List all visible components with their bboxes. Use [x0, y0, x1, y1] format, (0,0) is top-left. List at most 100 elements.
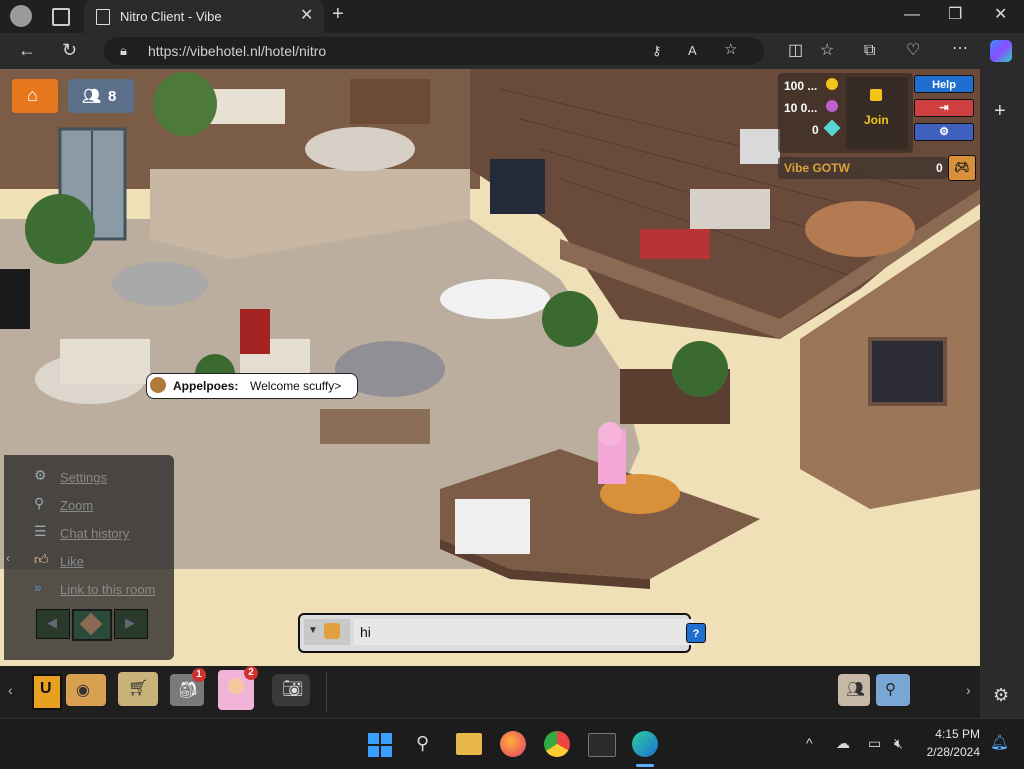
- add-favorite-icon[interactable]: ☆: [724, 42, 737, 58]
- close-window-icon[interactable]: ✕: [994, 7, 1007, 23]
- avatar-badge: 2: [244, 666, 258, 680]
- side-item-zoom[interactable]: ⚲ Zoom: [34, 495, 174, 515]
- help-label: Help: [932, 79, 956, 91]
- side-item-settings[interactable]: ⚙ Settings: [34, 467, 174, 487]
- online-users-button[interactable]: 👥︎ 8: [68, 79, 134, 113]
- active-app-indicator: [636, 764, 654, 767]
- room-thumbnail-button[interactable]: [72, 609, 112, 641]
- side-item-link[interactable]: » Link to this room: [34, 579, 174, 599]
- home-button[interactable]: ⌂: [12, 79, 58, 113]
- favorites-icon[interactable]: ☆: [820, 43, 834, 59]
- gotw-button[interactable]: 🎮︎: [948, 155, 976, 181]
- hotel-view-button[interactable]: U: [32, 674, 62, 710]
- camera-button[interactable]: 📷︎: [272, 674, 310, 706]
- online-count: 8: [108, 88, 117, 105]
- url-field[interactable]: 🔒︎ https://vibehotel.nl/hotel/nitro ⚷ A …: [104, 37, 764, 65]
- performance-icon[interactable]: ♡: [906, 43, 920, 59]
- home-icon: ⌂: [27, 85, 38, 105]
- close-tab-icon[interactable]: ✕: [300, 8, 313, 24]
- split-screen-icon[interactable]: ◫: [788, 43, 803, 59]
- next-room-button[interactable]: ▶: [114, 609, 148, 639]
- restore-icon[interactable]: ❐: [948, 7, 962, 23]
- chevron-right-icon: ▶: [125, 615, 135, 630]
- chevron-down-icon: ▼: [308, 625, 318, 636]
- search-icon[interactable]: ⚲: [416, 734, 429, 752]
- notification-bell-icon[interactable]: 🔔︎: [990, 735, 1009, 751]
- exit-icon: ⇥: [939, 102, 949, 114]
- terminal-icon[interactable]: [588, 733, 616, 757]
- navigator-icon: ◉: [76, 682, 90, 699]
- tab-actions-icon[interactable]: [52, 8, 70, 26]
- read-aloud-icon[interactable]: A: [688, 43, 697, 59]
- chevron-up-icon[interactable]: ^: [806, 735, 813, 751]
- toolbar-expand-icon[interactable]: ›: [966, 682, 971, 698]
- avatar-head-icon: [150, 377, 166, 393]
- chrome-icon[interactable]: [544, 731, 570, 757]
- file-explorer-icon[interactable]: [456, 733, 482, 755]
- add-sidebar-app-icon[interactable]: +: [994, 101, 1006, 121]
- find-friends-button[interactable]: ⚲: [876, 674, 910, 706]
- new-tab-icon[interactable]: +: [332, 4, 344, 24]
- ducket-icon: [826, 100, 838, 112]
- url-text: https://vibehotel.nl/hotel/nitro: [148, 43, 327, 59]
- back-icon[interactable]: ←: [18, 41, 36, 59]
- friends-icon: 👥︎: [846, 681, 866, 698]
- exit-room-button[interactable]: ⇥: [914, 99, 974, 117]
- firefox-icon[interactable]: [500, 731, 526, 757]
- edge-icon[interactable]: [632, 731, 658, 757]
- chat-help-button[interactable]: ?: [686, 623, 706, 643]
- sidebar-settings-icon[interactable]: ⚙: [993, 686, 1009, 704]
- tab-title: Nitro Client - Vibe: [120, 9, 222, 24]
- key-icon[interactable]: ⚷: [652, 43, 662, 59]
- room-tools-panel: ‹ ⚙ Settings ⚲ Zoom ☰ Chat history 👍︎ Li…: [4, 455, 174, 660]
- chat-history-icon: ☰: [34, 523, 47, 539]
- avatar-button[interactable]: 2: [218, 666, 258, 710]
- chat-bubble-style-icon: [324, 623, 340, 639]
- inventory-icon: 🎒︎: [178, 682, 199, 699]
- inventory-button[interactable]: 🎒︎ 1: [170, 668, 206, 706]
- navigator-button[interactable]: ◉: [66, 674, 106, 706]
- side-item-like[interactable]: 👍︎ Like: [34, 551, 174, 571]
- gamepad-icon: 🎮︎: [954, 160, 970, 174]
- chat-bubble[interactable]: Appelpoes: Welcome scuffy>: [146, 373, 358, 399]
- users-icon: 👥︎: [82, 88, 102, 105]
- chat-style-selector[interactable]: ▼: [304, 619, 350, 645]
- collections-icon[interactable]: ⧉: [864, 43, 875, 59]
- more-menu-icon[interactable]: ⋯: [952, 41, 968, 57]
- thumbs-up-icon: 👍︎: [34, 551, 49, 567]
- gold-coin-icon: [826, 78, 838, 90]
- toolbar-collapse-icon[interactable]: ‹: [8, 682, 13, 698]
- previous-room-button[interactable]: ◀: [36, 609, 70, 639]
- windows-taskbar: ⚲ ^ ☁ ▭ 🔇︎ 4:15 PM 2/28/2024 🔔︎: [0, 718, 1024, 769]
- hotel-settings-button[interactable]: ⚙: [914, 123, 974, 141]
- gear-icon: ⚙: [34, 467, 47, 483]
- side-item-label: Like: [60, 554, 84, 569]
- refresh-icon[interactable]: ↻: [62, 41, 77, 59]
- currency-panel: 100 ... 10 0... 0 Join: [778, 73, 913, 153]
- clock-date[interactable]: 2/28/2024: [922, 745, 980, 759]
- copilot-icon[interactable]: [990, 40, 1012, 62]
- minimize-icon[interactable]: —: [904, 7, 920, 23]
- collapse-panel-icon[interactable]: ‹: [6, 551, 10, 565]
- toolbar-divider: [326, 672, 327, 712]
- link-icon: »: [34, 579, 42, 595]
- browser-tab[interactable]: Nitro Client - Vibe ✕: [84, 0, 324, 33]
- club-join-box[interactable]: Join: [846, 77, 908, 149]
- catalog-button[interactable]: 🛒︎: [118, 672, 158, 706]
- help-button[interactable]: Help: [914, 75, 974, 93]
- network-icon[interactable]: ▭: [868, 735, 881, 751]
- browser-tab-bar: Nitro Client - Vibe ✕ + — ❐ ✕: [0, 0, 1024, 33]
- gear-icon: ⚙: [939, 126, 949, 138]
- profile-avatar-icon[interactable]: [10, 5, 32, 27]
- side-item-chat-history[interactable]: ☰ Chat history: [34, 523, 174, 543]
- lock-icon[interactable]: 🔒︎: [120, 43, 127, 59]
- chat-bar: ▼: [298, 613, 694, 653]
- onedrive-icon[interactable]: ☁: [836, 735, 850, 751]
- start-icon[interactable]: [368, 733, 392, 757]
- camera-icon: 📷︎: [282, 679, 304, 698]
- clock-time[interactable]: 4:15 PM: [934, 727, 980, 741]
- game-toolbar: ‹ U ◉ 🛒︎ 🎒︎ 1 2 📷︎ 👥︎ ⚲ ›: [0, 666, 980, 718]
- volume-muted-icon[interactable]: 🔇︎: [894, 735, 903, 751]
- friends-button[interactable]: 👥︎: [838, 674, 870, 706]
- chat-input[interactable]: [354, 619, 694, 645]
